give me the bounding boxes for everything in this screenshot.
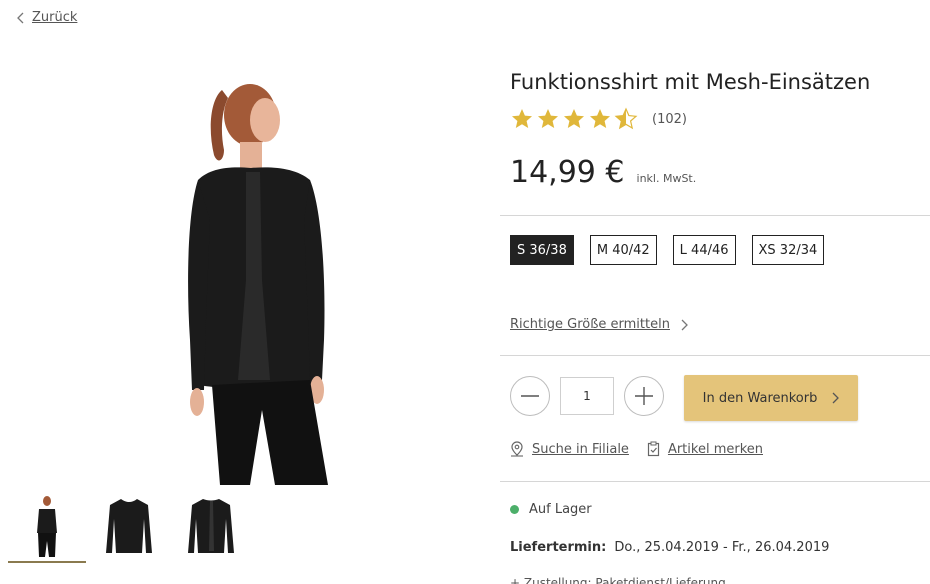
stock-status: Auf Lager [510, 502, 592, 517]
chevron-right-icon [681, 319, 688, 330]
add-to-cart-button[interactable]: In den Warenkorb [684, 375, 858, 421]
product-rating[interactable]: (102) [510, 107, 687, 131]
star-icon [590, 109, 610, 128]
back-link[interactable]: Zurück [16, 10, 77, 25]
thumbnail-back-person-image [37, 496, 57, 557]
half-star-icon [614, 107, 638, 130]
minus-icon [521, 395, 539, 397]
thumbnail-3[interactable] [172, 493, 250, 563]
delivery-info: Liefertermin: Do., 25.04.2019 - Fr., 26.… [510, 540, 829, 555]
size-option-s[interactable]: S 36/38 [510, 235, 574, 265]
quantity-input[interactable] [560, 377, 614, 415]
in-stock-dot-icon [510, 505, 519, 514]
size-selector: S 36/38 M 40/42 L 44/46 XS 32/34 [510, 235, 825, 265]
chevron-right-icon [832, 392, 840, 404]
divider [500, 215, 930, 216]
delivery-key: Liefertermin: [510, 540, 607, 555]
shipping-info-partial: + Zustellung: Paketdienst/Lieferung [510, 576, 726, 584]
plus-icon [635, 387, 653, 405]
star-icon [538, 109, 558, 128]
increase-quantity-button[interactable] [624, 376, 664, 416]
wishlist-link[interactable]: Artikel merken [647, 441, 763, 457]
divider [500, 481, 930, 482]
location-pin-icon [511, 441, 523, 457]
delivery-value: Do., 25.04.2019 - Fr., 26.04.2019 [614, 540, 830, 555]
star-icon [564, 109, 584, 128]
thumbnail-shirt-front-image [106, 499, 152, 553]
product-image[interactable] [150, 80, 380, 485]
divider [500, 355, 930, 356]
size-option-m[interactable]: M 40/42 [589, 235, 657, 265]
quantity-stepper [510, 376, 664, 416]
size-finder-label: Richtige Größe ermitteln [510, 317, 670, 332]
size-option-l[interactable]: L 44/46 [672, 235, 736, 265]
price-block: 14,99 € inkl. MwSt. [510, 155, 696, 190]
add-to-cart-label: In den Warenkorb [702, 390, 818, 406]
store-search-link[interactable]: Suche in Filiale [510, 441, 629, 457]
product-title: Funktionsshirt mit Mesh-Einsätzen [510, 70, 871, 94]
star-icon [512, 109, 532, 128]
store-search-label: Suche in Filiale [532, 441, 629, 457]
price-value: 14,99 € [510, 155, 625, 190]
rating-count: (102) [652, 111, 687, 127]
size-finder-link[interactable]: Richtige Größe ermitteln [510, 317, 688, 332]
thumbnail-strip [8, 493, 250, 563]
product-photo-back-view [188, 84, 328, 485]
stock-label: Auf Lager [529, 502, 592, 517]
chevron-left-icon [17, 12, 24, 23]
secondary-actions: Suche in Filiale Artikel merken [510, 441, 763, 457]
thumbnail-2[interactable] [90, 493, 168, 563]
clipboard-check-icon [647, 441, 660, 457]
wishlist-label: Artikel merken [667, 441, 763, 457]
decrease-quantity-button[interactable] [510, 376, 550, 416]
thumbnail-shirt-back-image [188, 499, 234, 553]
tax-note: inkl. MwSt. [636, 172, 697, 185]
size-option-xs[interactable]: XS 32/34 [751, 235, 825, 265]
back-link-label: Zurück [32, 10, 78, 25]
thumbnail-1[interactable] [8, 493, 86, 563]
